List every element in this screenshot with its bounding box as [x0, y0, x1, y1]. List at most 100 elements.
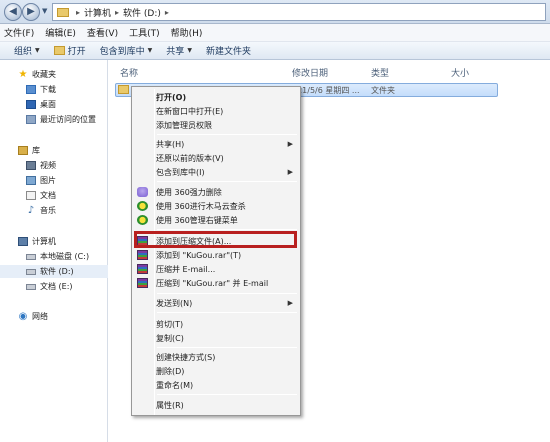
nav-label: 计算机 [32, 237, 56, 246]
submenu-arrow-icon: ▶ [287, 168, 293, 176]
organize-button[interactable]: 组织 ▼ [14, 44, 40, 57]
desktop-icon [26, 100, 36, 109]
nav-music[interactable]: ♪ 音乐 [0, 204, 108, 217]
ctx-label: 共享(H) [156, 139, 185, 149]
chevron-down-icon: ▼ [147, 47, 153, 54]
ctx-label: 使用 360管理右键菜单 [156, 215, 238, 225]
address-bar: ◀ ▶ ▼ ▸ 计算机 ▸ 软件 (D:) ▸ [0, 0, 550, 24]
ctx-label: 复制(C) [156, 333, 184, 343]
new-folder-button[interactable]: 新建文件夹 [206, 44, 251, 57]
ctx-label: 属性(R) [156, 400, 184, 410]
ctx-label: 压缩到 "KuGou.rar" 并 E-mail [156, 278, 269, 288]
ctx-share[interactable]: 共享(H) ▶ [132, 137, 300, 151]
library-icon [18, 146, 28, 155]
highlight-annotation-box [134, 231, 297, 248]
chevron-right-icon[interactable]: ▸ [76, 8, 80, 17]
menu-edit[interactable]: 编辑(E) [45, 26, 76, 39]
ctx-properties[interactable]: 属性(R) [132, 398, 300, 412]
include-library-button[interactable]: 包含到库中 ▼ [100, 44, 153, 57]
winrar-icon [137, 250, 148, 260]
folder-icon [57, 7, 69, 17]
ctx-rename[interactable]: 重命名(M) [132, 378, 300, 392]
nav-recent[interactable]: 最近访问的位置 [0, 113, 108, 126]
ctx-cut[interactable]: 剪切(T) [132, 317, 300, 331]
nav-label: 本地磁盘 (C:) [40, 252, 90, 261]
nav-favorites[interactable]: ★ 收藏夹 [0, 68, 108, 81]
nav-videos[interactable]: 视频 [0, 159, 108, 172]
address-field[interactable]: ▸ 计算机 ▸ 软件 (D:) ▸ [52, 3, 546, 21]
ctx-add-to-kugou-rar[interactable]: 添加到 "KuGou.rar"(T) [132, 248, 300, 262]
back-arrow-icon[interactable]: ◀ [4, 3, 22, 21]
ctx-copy[interactable]: 复制(C) [132, 331, 300, 345]
menu-separator [157, 293, 297, 294]
open-button[interactable]: 打开 [53, 44, 86, 57]
open-label: 打开 [67, 47, 86, 57]
ctx-360-delete[interactable]: 使用 360强力删除 [132, 185, 300, 199]
menu-help[interactable]: 帮助(H) [171, 26, 203, 39]
winrar-icon [137, 264, 148, 274]
share-button[interactable]: 共享 ▼ [166, 44, 192, 57]
submenu-arrow-icon: ▶ [287, 140, 293, 148]
ctx-360-cloud-scan[interactable]: 使用 360进行木马云查杀 [132, 199, 300, 213]
chevron-down-icon: ▼ [187, 47, 192, 54]
menu-file[interactable]: 文件(F) [4, 26, 34, 39]
ctx-label: 剪切(T) [156, 319, 184, 329]
chevron-right-icon[interactable]: ▸ [165, 8, 169, 17]
nav-documents[interactable]: 文档 [0, 189, 108, 202]
nav-pictures[interactable]: 图片 [0, 174, 108, 187]
nav-computer[interactable]: 计算机 [0, 235, 108, 248]
nav-drive-e[interactable]: 文档 (E:) [0, 280, 108, 293]
ctx-open-new-window[interactable]: 在新窗口中打开(E) [132, 104, 300, 118]
360-manage-icon [137, 215, 148, 225]
navigation-pane: ★ 收藏夹 下载 桌面 最近访问的位置 库 视频 图片 文档 ♪ 音乐 计算机 … [0, 60, 108, 442]
breadcrumb-computer[interactable]: 计算机 [84, 6, 111, 19]
organize-label: 组织 [14, 47, 33, 57]
computer-icon [18, 237, 28, 246]
column-header-name[interactable]: 名称 [120, 66, 138, 79]
ctx-restore-versions[interactable]: 还原以前的版本(V) [132, 151, 300, 165]
ctx-label: 创建快捷方式(S) [156, 352, 216, 362]
winrar-icon [137, 278, 148, 288]
nav-label: 视频 [40, 161, 56, 170]
column-header-size[interactable]: 大小 [451, 66, 469, 79]
ctx-send-to[interactable]: 发送到(N) ▶ [132, 296, 300, 310]
ctx-include-library[interactable]: 包含到库中(I) ▶ [132, 165, 300, 179]
chevron-right-icon[interactable]: ▸ [115, 8, 119, 17]
ctx-open[interactable]: 打开(O) [132, 90, 300, 104]
nav-drive-c[interactable]: 本地磁盘 (C:) [0, 250, 108, 263]
nav-label: 桌面 [40, 100, 56, 109]
nav-label: 软件 (D:) [40, 267, 74, 276]
column-header-modified[interactable]: 修改日期 [292, 66, 328, 79]
ctx-compress-email[interactable]: 压缩并 E-mail... [132, 262, 300, 276]
nav-label: 网络 [32, 312, 48, 321]
drive-icon [26, 253, 36, 260]
file-modified-date: 021/5/6 星期四 ... [292, 86, 360, 95]
breadcrumb-drive-d[interactable]: 软件 (D:) [123, 6, 161, 19]
folder-icon [118, 85, 129, 94]
nav-downloads[interactable]: 下载 [0, 83, 108, 96]
history-dropdown-icon[interactable]: ▼ [42, 7, 47, 15]
ctx-compress-rar-email[interactable]: 压缩到 "KuGou.rar" 并 E-mail [132, 276, 300, 290]
nav-label: 文档 (E:) [40, 282, 73, 291]
file-type: 文件夹 [371, 86, 395, 95]
360-shred-icon [137, 187, 148, 197]
menu-tools[interactable]: 工具(T) [129, 26, 160, 39]
nav-drive-d[interactable]: 软件 (D:) [0, 265, 108, 278]
nav-libraries[interactable]: 库 [0, 144, 108, 157]
nav-label: 图片 [40, 176, 56, 185]
ctx-label: 添加到 "KuGou.rar"(T) [156, 250, 242, 260]
column-header-type[interactable]: 类型 [371, 66, 389, 79]
ctx-add-admin[interactable]: 添加管理员权限 [132, 118, 300, 132]
music-note-icon: ♪ [27, 205, 35, 216]
menu-view[interactable]: 查看(V) [87, 26, 118, 39]
nav-label: 下载 [40, 85, 56, 94]
nav-network[interactable]: ◉ 网络 [0, 310, 108, 323]
forward-arrow-icon[interactable]: ▶ [22, 3, 40, 21]
nav-desktop[interactable]: 桌面 [0, 98, 108, 111]
picture-icon [26, 176, 36, 185]
ctx-delete[interactable]: 删除(D) [132, 364, 300, 378]
ctx-360-manage-menu[interactable]: 使用 360管理右键菜单 [132, 213, 300, 227]
nav-label: 收藏夹 [32, 70, 56, 79]
ctx-create-shortcut[interactable]: 创建快捷方式(S) [132, 350, 300, 364]
menu-bar: 文件(F) 编辑(E) 查看(V) 工具(T) 帮助(H) [0, 24, 550, 42]
